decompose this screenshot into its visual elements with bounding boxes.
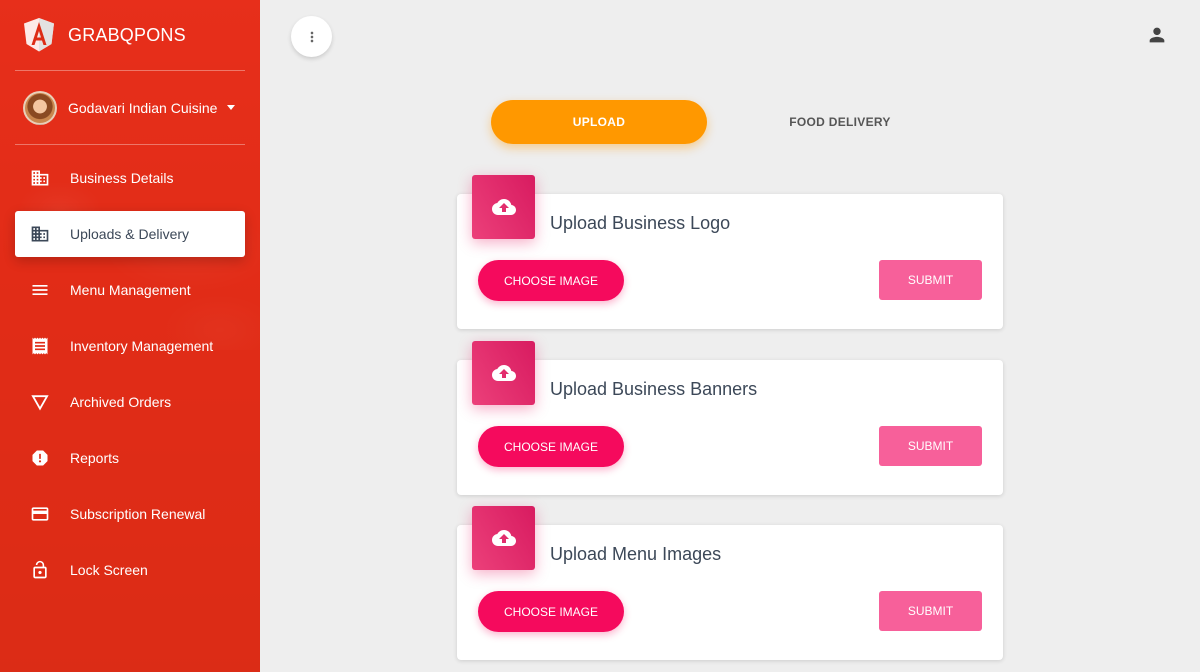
caret-down-icon (227, 105, 236, 110)
brand-name: GRABQPONS (68, 24, 186, 45)
sidebar-item-archived-orders[interactable]: Archived Orders (15, 379, 245, 425)
card-title: Upload Business Banners (550, 379, 758, 399)
upload-banners-card: Upload Business Banners CHOOSE IMAGE SUB… (457, 341, 1003, 495)
card-title: Upload Business Logo (550, 213, 731, 233)
choose-image-button[interactable]: CHOOSE IMAGE (478, 260, 624, 301)
sidebar: GRABQPONS Godavari Indian Cuisine Busine… (0, 0, 260, 672)
sidebar-item-label: Reports (70, 450, 120, 466)
cloud-upload-icon (472, 341, 535, 405)
menu-lines-icon (30, 280, 50, 300)
cloud-upload-icon (472, 506, 535, 570)
choose-image-button[interactable]: CHOOSE IMAGE (478, 426, 624, 467)
receipt-icon (30, 336, 50, 356)
more-vert-button[interactable] (291, 16, 332, 57)
triangle-down-icon (30, 392, 50, 412)
sidebar-item-lock-screen[interactable]: Lock Screen (15, 547, 245, 593)
sidebar-item-label: Business Details (70, 170, 174, 186)
sidebar-item-menu-management[interactable]: Menu Management (15, 267, 245, 313)
sidebar-item-label: Lock Screen (70, 562, 148, 578)
lock-icon (30, 560, 50, 580)
person-icon[interactable] (1146, 24, 1168, 46)
sidebar-item-label: Uploads & Delivery (70, 226, 190, 242)
submit-button[interactable]: SUBMIT (879, 591, 982, 631)
more-vert-icon (310, 31, 313, 42)
sidebar-item-label: Menu Management (70, 282, 191, 298)
sidebar-item-label: Subscription Renewal (70, 506, 206, 522)
sidebar-item-label: Inventory Management (70, 338, 214, 354)
sidebar-item-label: Archived Orders (70, 394, 172, 410)
tab-food-delivery[interactable]: FOOD DELIVERY (740, 100, 940, 144)
upload-logo-card: Upload Business Logo CHOOSE IMAGE SUBMIT (457, 175, 1003, 329)
sidebar-nav: Business Details Uploads & Delivery Menu… (0, 145, 260, 593)
sidebar-item-uploads-delivery[interactable]: Uploads & Delivery (15, 211, 245, 257)
submit-button[interactable]: SUBMIT (879, 426, 982, 466)
angular-logo-icon (24, 18, 54, 52)
upload-menu-images-card: Upload Menu Images CHOOSE IMAGE SUBMIT (457, 506, 1003, 660)
brand[interactable]: GRABQPONS (0, 0, 245, 70)
avatar (23, 90, 57, 125)
sidebar-item-reports[interactable]: Reports (15, 435, 245, 481)
card-title: Upload Menu Images (550, 544, 722, 564)
sidebar-item-inventory-management[interactable]: Inventory Management (15, 323, 245, 369)
submit-button[interactable]: SUBMIT (879, 260, 982, 300)
building-icon (30, 224, 50, 244)
alert-icon (30, 448, 50, 468)
building-icon (30, 168, 50, 188)
sidebar-item-business-details[interactable]: Business Details (15, 155, 245, 201)
sidebar-item-subscription-renewal[interactable]: Subscription Renewal (15, 491, 245, 537)
credit-card-icon (30, 504, 50, 524)
user-name: Godavari Indian Cuisine (68, 99, 218, 116)
tab-upload[interactable]: UPLOAD (491, 100, 707, 144)
user-profile[interactable]: Godavari Indian Cuisine (0, 71, 260, 144)
cloud-upload-icon (472, 175, 535, 239)
choose-image-button[interactable]: CHOOSE IMAGE (478, 591, 624, 632)
